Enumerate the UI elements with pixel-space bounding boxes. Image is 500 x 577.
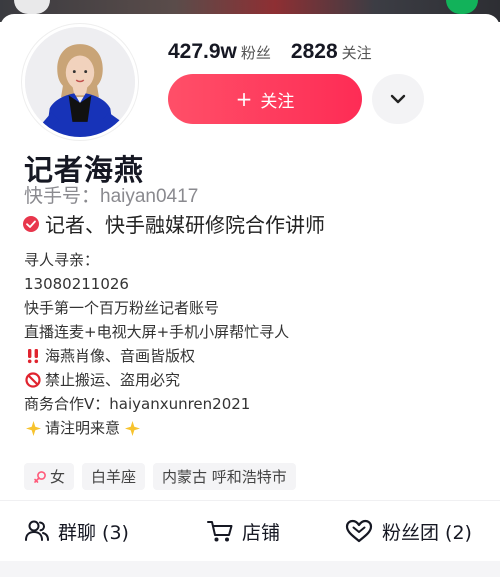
fan-club-label: 粉丝团 (2) [382, 521, 472, 544]
group-chat-button[interactable]: 群聊 (3) [24, 511, 129, 551]
bio-text: 禁止搬运、盗用必究 [45, 371, 181, 389]
section-separator [0, 561, 500, 577]
location-label: 内蒙古 呼和浩特市 [162, 468, 287, 486]
sparkle-star-icon [24, 419, 42, 437]
divider [0, 500, 500, 501]
more-options-button[interactable] [372, 74, 424, 124]
female-icon [34, 470, 46, 483]
verified-text: 记者、快手融媒研修院合作讲师 [45, 213, 325, 237]
avatar-photo-icon [25, 27, 135, 137]
profile-bio: 寻人寻亲： 13080211026 快手第一个百万粉丝记者账号 直播连麦+电视大… [24, 248, 484, 440]
profile-tags: 女 白羊座 内蒙古 呼和浩特市 [24, 463, 304, 490]
bio-text: 13080211026 [24, 275, 129, 293]
profile-uid[interactable]: 快手号：haiyan0417 [24, 181, 198, 208]
bio-line: 快手第一个百万粉丝记者账号 [24, 296, 484, 320]
shop-label: 店铺 [242, 521, 281, 544]
bio-line: 海燕肖像、音画皆版权 [24, 344, 484, 368]
bio-line: 商务合作V：haiyanxunren2021 [24, 392, 484, 416]
verified-badge-icon [23, 215, 39, 232]
bio-text: 直播连麦+电视大屏+手机小屏帮忙寻人 [24, 323, 290, 341]
following-count[interactable]: 2828 [291, 40, 338, 64]
plus-icon: + [235, 87, 253, 111]
double-exclamation-icon [24, 347, 42, 365]
location-tag: 内蒙古 呼和浩特市 [153, 463, 296, 490]
prohibited-icon [24, 371, 42, 389]
gender-tag: 女 [24, 463, 75, 490]
bio-line: 请注明来意 [24, 416, 484, 440]
chevron-down-icon [390, 94, 406, 104]
profile-actions: 群聊 (3) 店铺 粉丝团 (2) [0, 511, 500, 551]
zodiac-label: 白羊座 [91, 468, 137, 486]
avatar[interactable] [22, 24, 138, 140]
gender-label: 女 [50, 468, 66, 486]
following-label[interactable]: 关注 [342, 42, 372, 63]
group-chat-label: 群聊 (3) [58, 521, 129, 544]
fan-club-button[interactable]: 粉丝团 (2) [344, 511, 472, 551]
bio-text: 请注明来意 [45, 419, 121, 437]
verified-description: 记者、快手融媒研修院合作讲师 [22, 209, 325, 238]
sparkle-star-icon [123, 419, 141, 437]
status-indicator [446, 0, 478, 14]
followers-count[interactable]: 427.9w [168, 40, 237, 64]
bio-text: 海燕肖像、音画皆版权 [45, 347, 196, 365]
back-button[interactable] [14, 0, 50, 14]
follow-button[interactable]: + 关注 [168, 74, 362, 124]
bio-line-phone: 13080211026 [24, 272, 484, 296]
bio-line: 直播连麦+电视大屏+手机小屏帮忙寻人 [24, 320, 484, 344]
bio-text: 快手第一个百万粉丝记者账号 [24, 299, 220, 317]
cart-icon [207, 521, 233, 542]
shop-button[interactable]: 店铺 [206, 511, 280, 551]
bio-line: 禁止搬运、盗用必究 [24, 368, 484, 392]
zodiac-tag: 白羊座 [82, 463, 146, 490]
heart-icon [345, 519, 373, 543]
bio-line: 寻人寻亲： [24, 248, 484, 272]
follow-label: 关注 [260, 91, 295, 112]
bio-text: 商务合作V：haiyanxunren2021 [24, 395, 251, 413]
profile-card: 427.9w 粉丝 2828 关注 + 关注 记者海燕 快手号：haiyan04… [0, 14, 500, 577]
profile-stats: 427.9w 粉丝 2828 关注 [168, 40, 392, 66]
group-icon [25, 520, 49, 541]
followers-label[interactable]: 粉丝 [241, 42, 271, 63]
bio-text: 寻人寻亲： [24, 251, 100, 269]
